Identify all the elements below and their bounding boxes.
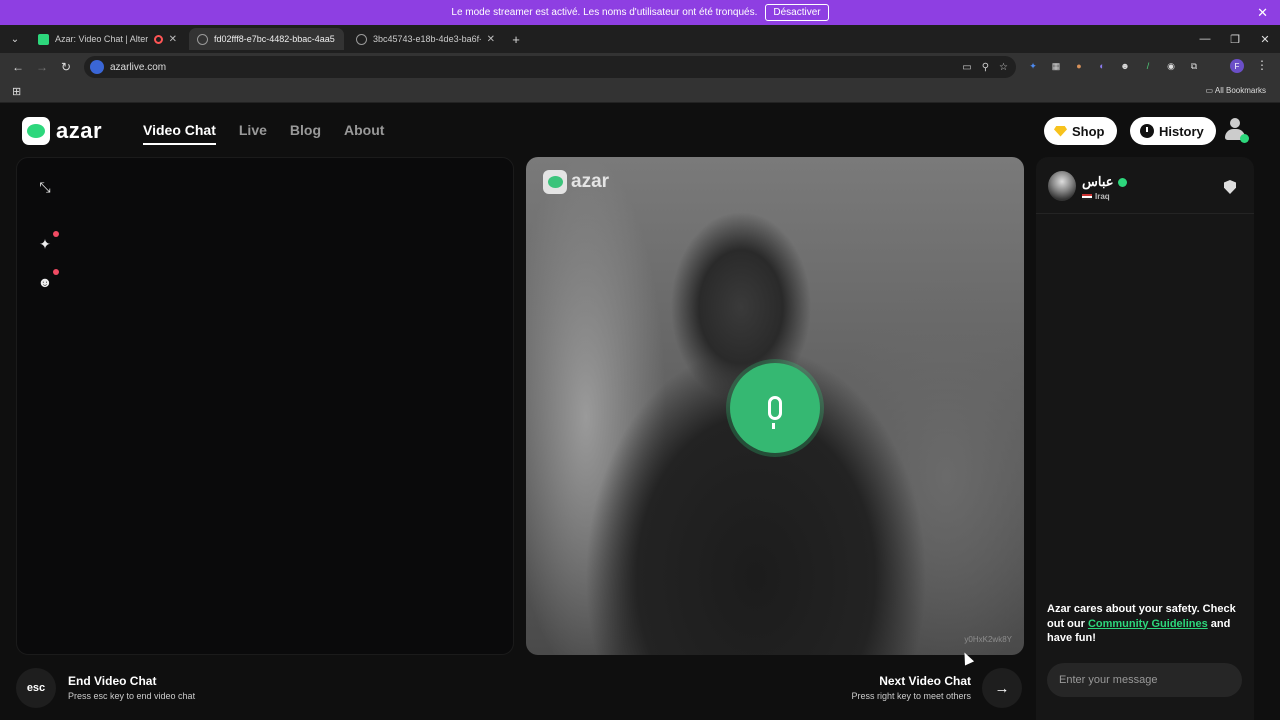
close-tab-icon[interactable]: ✕ [487,34,495,45]
bookmark-star-icon[interactable]: ☆ [999,62,1008,73]
iraq-flag-icon [1082,193,1092,200]
pin-extension-icon[interactable]: ✦ [1026,59,1040,73]
puzzle-extensions-icon[interactable]: ⧉ [1187,59,1201,73]
video-watermark-id: y0HxK2wk8Y [964,635,1012,644]
deactivate-streamer-button[interactable]: Désactiver [765,4,829,21]
cast-icon[interactable]: ▭ [962,62,971,73]
history-button[interactable]: History [1130,117,1216,145]
history-label: History [1159,123,1204,139]
browser-tab-azar[interactable]: Azar: Video Chat | Alternati ✕ [30,28,185,50]
tab-search-icon[interactable]: ⌄ [0,34,30,45]
profile-avatar[interactable]: F [1230,59,1244,73]
next-chat-hint: Press right key to meet others [851,691,971,701]
all-bookmarks-button[interactable]: ▭ All Bookmarks [1206,86,1266,95]
microphone-icon [768,396,782,429]
chat-panel: عباس Iraq Azar cares about your safety. … [1036,157,1254,720]
safety-notice: Azar cares about your safety. Check out … [1047,603,1236,644]
azar-favicon-icon [38,33,49,45]
video-azar-logo: azar [543,170,609,194]
nav-blog[interactable]: Blog [290,122,321,145]
extensions-area: ✦ ▦ ● ◐ ☻ / ◉ ⧉ [1026,59,1201,73]
nav-video-chat[interactable]: Video Chat [143,122,216,145]
mask-extension-icon[interactable]: ☻ [1118,59,1132,73]
back-arrow-icon[interactable]: ← [6,60,30,74]
streamer-banner-text: Le mode streamer est activé. Les noms d'… [451,7,758,18]
next-chat-title: Next Video Chat [879,674,971,688]
restore-icon[interactable]: ❐ [1220,25,1250,53]
reload-icon[interactable]: ↻ [54,60,78,74]
close-window-icon[interactable]: ✕ [1250,25,1280,53]
next-chat-button[interactable]: → [982,668,1022,708]
browser-tab-strip: ⌄ Azar: Video Chat | Alternati ✕ fd02fff… [0,25,1280,53]
chat-header: عباس Iraq [1036,157,1254,214]
new-tab-button[interactable]: + [507,30,525,48]
azar-logo[interactable]: azar [22,117,102,145]
shop-label: Shop [1072,123,1105,139]
bookmarks-bar: ⊞ ▭ All Bookmarks [0,81,1280,103]
shop-button[interactable]: Shop [1044,117,1117,145]
gem-icon [1054,125,1067,137]
globe-icon [197,33,208,45]
self-video-panel: ⤡ ✦ ☻ [16,157,514,655]
minimize-screen-icon[interactable]: ⤡ [37,179,53,195]
arrow-right-icon: → [994,679,1010,697]
forward-arrow-icon[interactable]: → [30,60,54,74]
face-filter-icon[interactable]: ☻ [37,269,59,290]
window-controls: — ❐ ✕ [1190,25,1280,53]
logo-wordmark: azar [56,118,103,143]
tab-title: fd02fff8-e7bc-4482-bbac-4aa5 [214,34,335,44]
site-info-icon[interactable] [90,60,104,74]
close-icon[interactable]: ✕ [1257,5,1268,21]
microphone-button[interactable] [730,363,820,453]
user-profile-icon[interactable] [1224,118,1249,143]
browser-tab-3[interactable]: 3bc45743-e18b-4de3-ba6f-357 ✕ [348,28,503,50]
end-chat-hint: Press esc key to end video chat [68,691,196,701]
circle-extension-icon[interactable]: ◉ [1164,59,1178,73]
terminal-extension-icon[interactable]: / [1141,59,1155,73]
main-nav: Video Chat Live Blog About [143,122,384,145]
recording-icon [153,34,163,44]
azar-logo-icon [543,170,567,194]
url-text: azarlive.com [110,61,167,73]
nav-about[interactable]: About [344,122,384,145]
message-input[interactable] [1047,663,1242,697]
apps-grid-icon[interactable]: ⊞ [12,85,21,98]
report-shield-icon[interactable] [1224,180,1236,194]
partner-name: عباس [1082,174,1127,190]
minimize-icon[interactable]: — [1190,25,1220,53]
azar-logo-icon [22,117,50,145]
screenshot-extension-icon[interactable]: ▦ [1049,59,1063,73]
zoom-icon[interactable]: ⚲ [982,62,989,73]
tab-title: Azar: Video Chat | Alternati [55,34,148,44]
nav-live[interactable]: Live [239,122,267,145]
partner-avatar[interactable] [1048,171,1076,201]
partner-video-panel: azar y0HxK2wk8Y [526,157,1024,655]
browser-toolbar: ← → ↻ azarlive.com ▭ ⚲ ☆ ✦ ▦ ● ◐ ☻ / ◉ ⧉ [0,53,1280,81]
cookie-extension-icon[interactable]: ● [1072,59,1086,73]
address-bar[interactable]: azarlive.com ▭ ⚲ ☆ [84,56,1016,78]
community-guidelines-link[interactable]: Community Guidelines [1088,618,1208,630]
streamer-mode-banner: Le mode streamer est activé. Les noms d'… [0,0,1280,25]
globe-icon [356,33,367,45]
partner-country: Iraq [1082,192,1110,201]
verified-badge-icon [1117,177,1127,187]
clock-icon [1140,124,1154,138]
close-tab-icon[interactable]: ✕ [169,34,177,45]
planet-extension-icon[interactable]: ◐ [1095,59,1109,73]
tab-title: 3bc45743-e18b-4de3-ba6f-357 [373,34,481,44]
azar-site: azar Video Chat Live Blog About Shop His… [0,104,1280,720]
sparkle-effects-icon[interactable]: ✦ [37,231,59,252]
browser-tab-2[interactable]: fd02fff8-e7bc-4482-bbac-4aa5 [189,28,344,50]
end-chat-button[interactable]: esc [16,668,56,708]
end-chat-title: End Video Chat [68,674,157,688]
browser-menu-icon[interactable]: ⋮ [1256,58,1268,72]
